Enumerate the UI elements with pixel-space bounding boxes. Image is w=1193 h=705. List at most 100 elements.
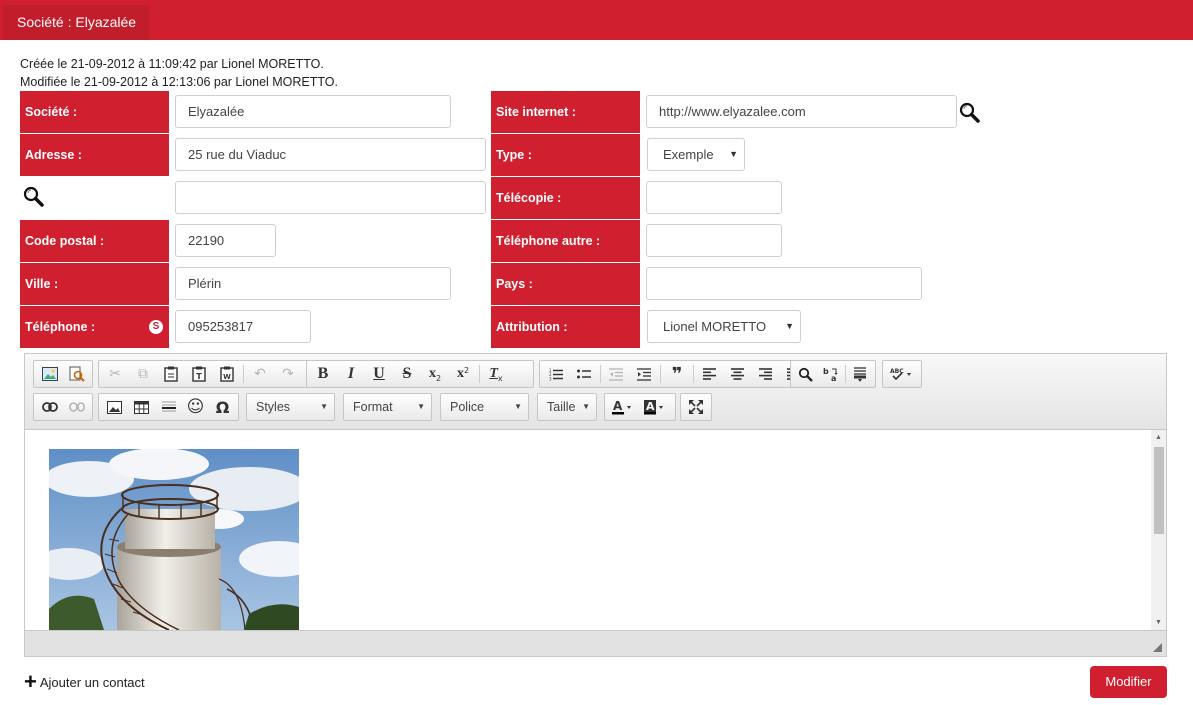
color-group: A A	[604, 393, 676, 421]
add-contact-label: Ajouter un contact	[39, 674, 145, 690]
remove-format-icon[interactable]: Tx	[482, 362, 510, 386]
format-combo[interactable]: Format ▼	[343, 393, 432, 421]
telephone-input[interactable]: 095253817	[175, 310, 311, 343]
attribution-select[interactable]: Lionel MORETTO ▼	[647, 310, 801, 343]
water-tower-photo	[49, 449, 299, 630]
spellcheck-icon[interactable]: ABC	[885, 362, 919, 386]
undo-icon[interactable]: ↶	[246, 362, 274, 386]
find-icon[interactable]	[793, 362, 818, 386]
record-meta: Créée le 21-09-2012 à 11:09:42 par Lione…	[20, 56, 338, 91]
type-select[interactable]: Exemple ▼	[647, 138, 745, 171]
image-properties-icon[interactable]	[36, 362, 63, 386]
chevron-down-icon: ▼	[785, 321, 794, 331]
select-all-icon[interactable]	[848, 362, 873, 386]
scrollbar-thumb[interactable]	[1154, 447, 1164, 534]
tel-autre-label: Téléphone autre :	[491, 220, 640, 262]
clipboard-group: ✂ ⧉ T W ↶ ↷	[98, 360, 325, 388]
spellcheck-group: ABC	[882, 360, 922, 388]
horizontal-rule-icon[interactable]	[155, 395, 182, 419]
background-color-icon[interactable]: A	[639, 395, 671, 419]
size-combo-label: Taille	[547, 400, 576, 414]
telephone-label-text: Téléphone :	[25, 320, 96, 334]
editor-scrollbar[interactable]: ▲ ▼	[1151, 430, 1166, 630]
svg-text:3: 3	[549, 376, 552, 381]
bold-icon[interactable]: B	[309, 362, 337, 386]
type-label: Type :	[491, 134, 640, 176]
code-postal-input[interactable]: 22190	[175, 224, 276, 257]
svg-text:T: T	[196, 372, 202, 381]
adresse-label: Adresse :	[20, 134, 169, 176]
site-search-icon[interactable]	[959, 102, 981, 124]
scroll-down-icon[interactable]: ▼	[1151, 615, 1166, 630]
separator	[599, 365, 601, 383]
modify-button[interactable]: Modifier	[1090, 666, 1167, 698]
table-icon[interactable]	[128, 395, 155, 419]
site-input[interactable]: http://www.elyazalee.com	[646, 95, 957, 128]
image-icon[interactable]	[101, 395, 128, 419]
paste-word-icon[interactable]: W	[213, 362, 241, 386]
redo-icon[interactable]: ↷	[274, 362, 302, 386]
cut-icon[interactable]: ✂	[101, 362, 129, 386]
svg-text:b: b	[823, 367, 829, 376]
link-icon[interactable]	[36, 395, 63, 419]
replace-icon[interactable]: ba	[818, 362, 843, 386]
maximize-group	[680, 393, 712, 421]
resize-grip-icon[interactable]	[1153, 643, 1162, 652]
chevron-down-icon: ▼	[729, 149, 738, 159]
skype-icon[interactable]: S	[149, 320, 163, 334]
paste-text-icon[interactable]: T	[185, 362, 213, 386]
align-center-icon[interactable]	[724, 362, 752, 386]
attribution-select-value: Lionel MORETTO	[663, 319, 767, 334]
telecopie-input[interactable]	[646, 181, 782, 214]
telephone-label: Téléphone : S	[20, 306, 169, 348]
ville-input[interactable]: Plérin	[175, 267, 451, 300]
align-right-icon[interactable]	[751, 362, 779, 386]
basic-styles-group: B I U S x2 x2 Tx	[306, 360, 534, 388]
superscript-icon[interactable]: x2	[449, 362, 477, 386]
preview-icon[interactable]	[63, 362, 90, 386]
societe-label: Société :	[20, 91, 169, 133]
numbered-list-icon[interactable]: 123	[542, 362, 570, 386]
adresse2-input[interactable]	[175, 181, 486, 214]
blockquote-icon[interactable]: ❞	[663, 362, 691, 386]
add-contact-link[interactable]: + Ajouter un contact	[24, 671, 145, 693]
font-combo[interactable]: Police ▼	[440, 393, 529, 421]
text-color-icon[interactable]: A	[607, 395, 639, 419]
italic-icon[interactable]: I	[337, 362, 365, 386]
size-combo[interactable]: Taille ▼	[537, 393, 597, 421]
strikethrough-icon[interactable]: S	[393, 362, 421, 386]
modified-info: Modifiée le 21-09-2012 à 12:13:06 par Li…	[20, 74, 339, 89]
editor-statusbar	[25, 630, 1166, 656]
editor-toolbar: ✂ ⧉ T W ↶ ↷ B I U S x2 x2 Tx 1 2 3 ❞ b a…	[25, 354, 1166, 430]
subscript-icon[interactable]: x2	[421, 362, 449, 386]
company-tab[interactable]: Société : Elyazalée	[3, 5, 149, 40]
maximize-icon[interactable]	[683, 395, 709, 419]
copy-icon[interactable]: ⧉	[129, 362, 157, 386]
font-combo-label: Police	[450, 400, 485, 414]
styles-combo-label: Styles	[256, 400, 291, 414]
paste-icon[interactable]	[157, 362, 185, 386]
bullet-list-icon[interactable]	[570, 362, 598, 386]
indent-icon[interactable]	[630, 362, 658, 386]
pays-input[interactable]	[646, 267, 922, 300]
separator	[692, 365, 694, 383]
separator	[243, 365, 244, 383]
insert-group: ☺ Ω	[98, 393, 239, 421]
scroll-up-icon[interactable]: ▲	[1151, 430, 1166, 445]
chevron-down-icon: ▼	[582, 402, 590, 411]
adresse-input[interactable]: 25 rue du Viaduc	[175, 138, 486, 171]
unlink-icon[interactable]	[63, 395, 90, 419]
tel-autre-input[interactable]	[646, 224, 782, 257]
underline-icon[interactable]: U	[365, 362, 393, 386]
societe-input[interactable]: Elyazalée	[175, 95, 451, 128]
address-search-icon[interactable]	[23, 186, 45, 208]
editor-content[interactable]	[25, 430, 1151, 630]
type-select-value: Exemple	[663, 147, 714, 162]
styles-combo[interactable]: Styles ▼	[246, 393, 335, 421]
chevron-down-icon: ▼	[514, 402, 522, 411]
smiley-icon[interactable]: ☺	[182, 395, 209, 419]
special-char-icon[interactable]: Ω	[209, 395, 236, 419]
code-postal-label: Code postal :	[20, 220, 169, 262]
align-left-icon[interactable]	[696, 362, 724, 386]
outdent-icon[interactable]	[603, 362, 631, 386]
